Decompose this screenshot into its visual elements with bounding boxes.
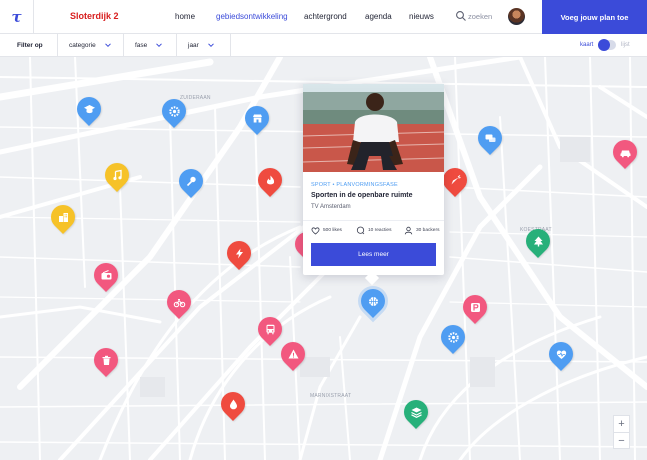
- map-pin[interactable]: [253, 163, 287, 197]
- map-pin[interactable]: [89, 343, 123, 377]
- filter-label: Filter op: [17, 42, 43, 49]
- top-header: τ Sloterdijk 2 home gebiedsontwikkeling …: [0, 0, 647, 34]
- filter-fase[interactable]: fase: [123, 34, 176, 56]
- carrot-icon: [451, 174, 461, 184]
- map-pin[interactable]: [162, 285, 196, 319]
- project-image: [303, 84, 444, 172]
- comment-icon: [356, 226, 365, 235]
- bus-icon: [266, 324, 274, 334]
- map-pin[interactable]: [276, 337, 310, 371]
- card-category: SPORT • PLANVORMINGSFASE: [311, 182, 398, 188]
- parking-icon: [470, 302, 480, 312]
- car-icon: [620, 150, 630, 157]
- reactions-stat[interactable]: 10 reacties: [356, 226, 391, 235]
- brand-name[interactable]: Sloterdijk 2: [70, 11, 119, 21]
- map-pin[interactable]: [399, 395, 433, 429]
- view-lijst-label[interactable]: lijst: [621, 42, 630, 48]
- view-kaart-label[interactable]: kaart: [580, 42, 593, 48]
- map-pin[interactable]: [436, 320, 470, 354]
- search-icon[interactable]: [455, 10, 467, 22]
- heart-outline-icon: [311, 227, 320, 235]
- toggle-knob: [598, 39, 610, 51]
- add-plan-button[interactable]: Voeg jouw plan toe: [542, 0, 647, 34]
- map-pin[interactable]: [72, 92, 106, 126]
- nav-achtergrond[interactable]: achtergrond: [304, 12, 347, 21]
- map-pin[interactable]: [521, 224, 555, 258]
- map-pin[interactable]: [157, 94, 191, 128]
- map-pin[interactable]: [216, 387, 250, 421]
- shop-icon: [252, 114, 262, 122]
- map-pin[interactable]: [89, 258, 123, 292]
- graduation-icon: [83, 104, 95, 113]
- building-icon: [58, 212, 68, 222]
- nav-agenda[interactable]: agenda: [365, 12, 392, 21]
- map-pin[interactable]: [356, 284, 390, 318]
- supporters-stat[interactable]: 30 backers: [404, 226, 439, 235]
- chevron-down-icon: [105, 43, 111, 48]
- drop-icon: [229, 399, 237, 409]
- filter-divider: [230, 34, 231, 56]
- project-card[interactable]: SPORT • PLANVORMINGSFASE Sporten in de o…: [303, 84, 444, 286]
- map-pin[interactable]: [100, 158, 134, 192]
- card-title[interactable]: Sporten in de openbare ruimte: [311, 192, 413, 199]
- bicycle-icon: [173, 298, 185, 307]
- search-input[interactable]: zoeken: [468, 12, 492, 21]
- map-pin[interactable]: [473, 121, 507, 155]
- map[interactable]: ZUIDERAAN KOESTRAAT MARNIXSTRAAT: [0, 57, 647, 460]
- heart-icon: [556, 350, 566, 359]
- map-label: MARNIXSTRAAT: [310, 393, 352, 399]
- trash-icon: [102, 355, 110, 365]
- layers-icon: [410, 407, 422, 418]
- read-more-button[interactable]: Lees meer: [311, 243, 436, 266]
- zoom-in-button[interactable]: +: [614, 416, 629, 432]
- nav-home[interactable]: home: [175, 12, 195, 21]
- chevron-down-icon: [208, 43, 214, 48]
- user-icon: [404, 226, 413, 235]
- filter-categorie[interactable]: categorie: [57, 34, 123, 56]
- card-divider: [303, 220, 444, 221]
- fire-icon: [266, 175, 274, 184]
- map-pin[interactable]: [46, 200, 80, 234]
- map-pin[interactable]: [438, 163, 472, 197]
- likes-stat[interactable]: 500 likes: [311, 226, 342, 235]
- basketball-icon: [368, 296, 378, 306]
- music-icon: [112, 169, 122, 180]
- filter-jaar[interactable]: jaar: [176, 34, 230, 56]
- gear-icon: [168, 105, 180, 117]
- warning-icon: [288, 349, 298, 358]
- zoom-controls: + −: [613, 415, 630, 449]
- chat-icon: [485, 134, 495, 142]
- map-pin[interactable]: [544, 337, 578, 371]
- card-organisation: TV Amsterdam: [311, 204, 351, 210]
- filter-bar: Filter op categorie fase jaar kaart lijs…: [0, 34, 647, 57]
- chevron-down-icon: [156, 43, 162, 48]
- settings-icon: [447, 331, 459, 343]
- nav-nieuws[interactable]: nieuws: [409, 12, 434, 21]
- map-pin[interactable]: [222, 236, 256, 270]
- map-pin[interactable]: [174, 164, 208, 198]
- map-pin[interactable]: [608, 135, 642, 169]
- lightning-icon: [235, 248, 243, 258]
- map-pin[interactable]: [253, 312, 287, 346]
- logo[interactable]: τ: [0, 0, 34, 34]
- view-toggle[interactable]: [598, 39, 616, 51]
- radio-icon: [101, 269, 111, 279]
- microphone-icon: [186, 176, 196, 186]
- tree-icon: [533, 236, 543, 246]
- map-pin[interactable]: [240, 101, 274, 135]
- avatar[interactable]: [508, 8, 525, 25]
- nav-gebiedsontwikkeling[interactable]: gebiedsontwikkeling: [216, 12, 288, 21]
- zoom-out-button[interactable]: −: [614, 433, 629, 449]
- map-pin[interactable]: [458, 290, 492, 324]
